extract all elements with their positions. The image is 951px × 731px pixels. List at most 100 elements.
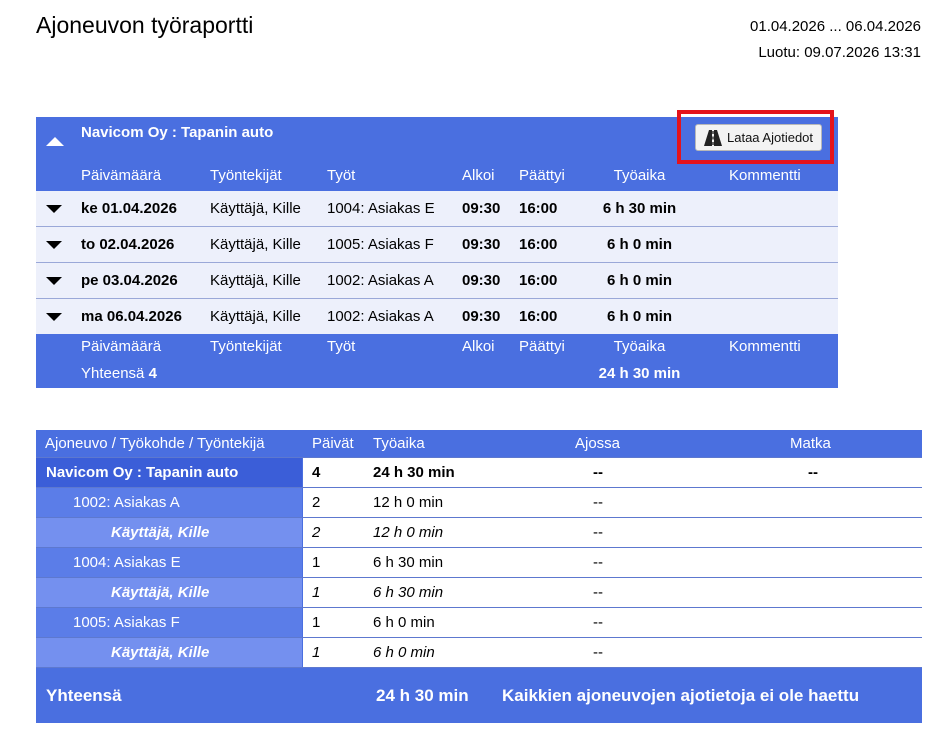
summary-driving: -- bbox=[593, 464, 603, 481]
footer-col-end: Päättyi bbox=[519, 338, 565, 355]
row-end: 16:00 bbox=[519, 308, 558, 325]
row-start: 09:30 bbox=[462, 272, 501, 289]
download-drive-data-button[interactable]: Lataa Ajotiedot bbox=[695, 124, 823, 151]
row-start: 09:30 bbox=[462, 236, 501, 253]
summary-row-name: Käyttäjä, Kille bbox=[36, 518, 302, 547]
row-employee: Käyttäjä, Kille bbox=[210, 272, 301, 289]
summary-driving: -- bbox=[593, 644, 603, 661]
date-range: 01.04.2026 ... 06.04.2026 bbox=[750, 18, 921, 35]
summary-worktime: 12 h 0 min bbox=[373, 524, 444, 541]
report-header: Navicom Oy : Tapanin auto Lataa Ajotiedo… bbox=[36, 110, 838, 167]
summary-worktime: 6 h 30 min bbox=[373, 584, 444, 601]
summary-row-values: 1 6 h 30 min -- bbox=[303, 548, 922, 577]
row-date: ma 06.04.2026 bbox=[81, 308, 182, 325]
column-headers: Päivämäärä Työntekijät Työt Alkoi Päätty… bbox=[36, 167, 838, 191]
summary-row-name: Käyttäjä, Kille bbox=[36, 638, 302, 667]
col-days: Päivät bbox=[312, 435, 354, 452]
row-worktime: 6 h 0 min bbox=[606, 236, 673, 253]
summary-days: 4 bbox=[312, 464, 321, 481]
summary-total-worktime: 24 h 30 min bbox=[376, 686, 469, 705]
expand-icon[interactable] bbox=[46, 205, 62, 213]
summary-worktime: 24 h 30 min bbox=[373, 464, 455, 481]
col-jobs: Työt bbox=[327, 167, 356, 184]
row-end: 16:00 bbox=[519, 272, 558, 289]
table-row[interactable]: to 02.04.2026 Käyttäjä, Kille 1005: Asia… bbox=[36, 226, 838, 262]
col-comment: Kommentti bbox=[729, 167, 801, 184]
footer-col-date: Päivämäärä bbox=[81, 338, 162, 355]
vehicle-name: Navicom Oy : Tapanin auto bbox=[81, 124, 274, 141]
row-start: 09:30 bbox=[462, 308, 501, 325]
summary-driving: -- bbox=[593, 554, 603, 571]
table-row[interactable]: pe 03.04.2026 Käyttäjä, Kille 1002: Asia… bbox=[36, 262, 838, 298]
summary-days: 2 bbox=[312, 524, 321, 541]
page-title: Ajoneuvon työraportti bbox=[36, 12, 254, 38]
row-worktime: 6 h 0 min bbox=[606, 272, 673, 289]
row-date: pe 03.04.2026 bbox=[81, 272, 178, 289]
summary-row: 1005: Asiakas F 1 6 h 0 min -- bbox=[36, 607, 922, 637]
col-driving: Ajossa bbox=[575, 435, 621, 452]
expand-icon[interactable] bbox=[46, 313, 62, 321]
summary-row: 1004: Asiakas E 1 6 h 30 min -- bbox=[36, 547, 922, 577]
summary-table: Ajoneuvo / Työkohde / Työntekijä Päivät … bbox=[36, 430, 922, 723]
summary-days: 1 bbox=[312, 584, 321, 601]
summary-row-name: Navicom Oy : Tapanin auto bbox=[36, 458, 302, 487]
row-start: 09:30 bbox=[462, 200, 501, 217]
summary-row-name: Käyttäjä, Kille bbox=[36, 578, 302, 607]
summary-row-values: 2 12 h 0 min -- bbox=[303, 518, 922, 547]
road-icon bbox=[704, 129, 722, 146]
summary-days: 1 bbox=[312, 614, 321, 631]
row-date: ke 01.04.2026 bbox=[81, 200, 177, 217]
summary-worktime: 6 h 0 min bbox=[373, 644, 435, 661]
expand-icon[interactable] bbox=[46, 241, 62, 249]
summary-worktime: 6 h 0 min bbox=[373, 614, 435, 631]
expand-icon[interactable] bbox=[46, 277, 62, 285]
footer-col-employees: Työntekijät bbox=[210, 338, 282, 355]
summary-row: Käyttäjä, Kille 2 12 h 0 min -- bbox=[36, 517, 922, 547]
footer-col-start: Alkoi bbox=[462, 338, 495, 355]
summary-row-values: 1 6 h 30 min -- bbox=[303, 578, 922, 607]
total-row-label: Yhteensä 4 bbox=[81, 365, 157, 382]
table-row[interactable]: ke 01.04.2026 Käyttäjä, Kille 1004: Asia… bbox=[36, 191, 838, 226]
summary-driving: -- bbox=[593, 524, 603, 541]
download-highlight: Lataa Ajotiedot bbox=[677, 110, 834, 164]
total-worktime: 24 h 30 min bbox=[598, 365, 681, 382]
summary-worktime: 12 h 0 min bbox=[373, 494, 444, 511]
report-period: 01.04.2026 ... 06.04.2026 Luotu: 09.07.2… bbox=[750, 14, 921, 66]
summary-driving: -- bbox=[593, 614, 603, 631]
summary-row: Navicom Oy : Tapanin auto 4 24 h 30 min … bbox=[36, 457, 922, 487]
row-job: 1002: Asiakas A bbox=[327, 272, 434, 289]
collapse-icon[interactable] bbox=[46, 137, 64, 146]
row-end: 16:00 bbox=[519, 200, 558, 217]
work-report-table: Navicom Oy : Tapanin auto Lataa Ajotiedo… bbox=[36, 110, 838, 388]
summary-row-values: 1 6 h 0 min -- bbox=[303, 638, 922, 667]
row-date: to 02.04.2026 bbox=[81, 236, 175, 253]
footer-col-worktime: Työaika bbox=[613, 338, 666, 355]
summary-row-name: 1002: Asiakas A bbox=[36, 488, 302, 517]
row-employee: Käyttäjä, Kille bbox=[210, 200, 301, 217]
summary-header: Ajoneuvo / Työkohde / Työntekijä Päivät … bbox=[36, 430, 922, 457]
row-worktime: 6 h 0 min bbox=[606, 308, 673, 325]
summary-row-values: 2 12 h 0 min -- bbox=[303, 488, 922, 517]
col-date: Päivämäärä bbox=[81, 167, 162, 184]
summary-days: 2 bbox=[312, 494, 321, 511]
col-end: Päättyi bbox=[519, 167, 565, 184]
summary-row: Käyttäjä, Kille 1 6 h 0 min -- bbox=[36, 637, 922, 667]
col-employees: Työntekijät bbox=[210, 167, 282, 184]
table-row[interactable]: ma 06.04.2026 Käyttäjä, Kille 1002: Asia… bbox=[36, 298, 838, 334]
summary-row-values: 1 6 h 0 min -- bbox=[303, 608, 922, 637]
row-job: 1005: Asiakas F bbox=[327, 236, 434, 253]
row-worktime: 6 h 30 min bbox=[602, 200, 677, 217]
row-end: 16:00 bbox=[519, 236, 558, 253]
summary-worktime: 6 h 30 min bbox=[373, 554, 444, 571]
download-label: Lataa Ajotiedot bbox=[727, 130, 814, 145]
footer-col-comment: Kommentti bbox=[729, 338, 801, 355]
report-footer: Päivämäärä Työntekijät Työt Alkoi Päätty… bbox=[36, 334, 838, 388]
total-label: Yhteensä bbox=[81, 365, 145, 382]
row-employee: Käyttäjä, Kille bbox=[210, 236, 301, 253]
created-timestamp: Luotu: 09.07.2026 13:31 bbox=[758, 44, 921, 61]
col-vehicle-job-employee: Ajoneuvo / Työkohde / Työntekijä bbox=[45, 435, 265, 452]
summary-total-note: Kaikkien ajoneuvojen ajotietoja ei ole h… bbox=[502, 686, 860, 705]
summary-days: 1 bbox=[312, 554, 321, 571]
footer-col-jobs: Työt bbox=[327, 338, 356, 355]
summary-row: Käyttäjä, Kille 1 6 h 30 min -- bbox=[36, 577, 922, 607]
